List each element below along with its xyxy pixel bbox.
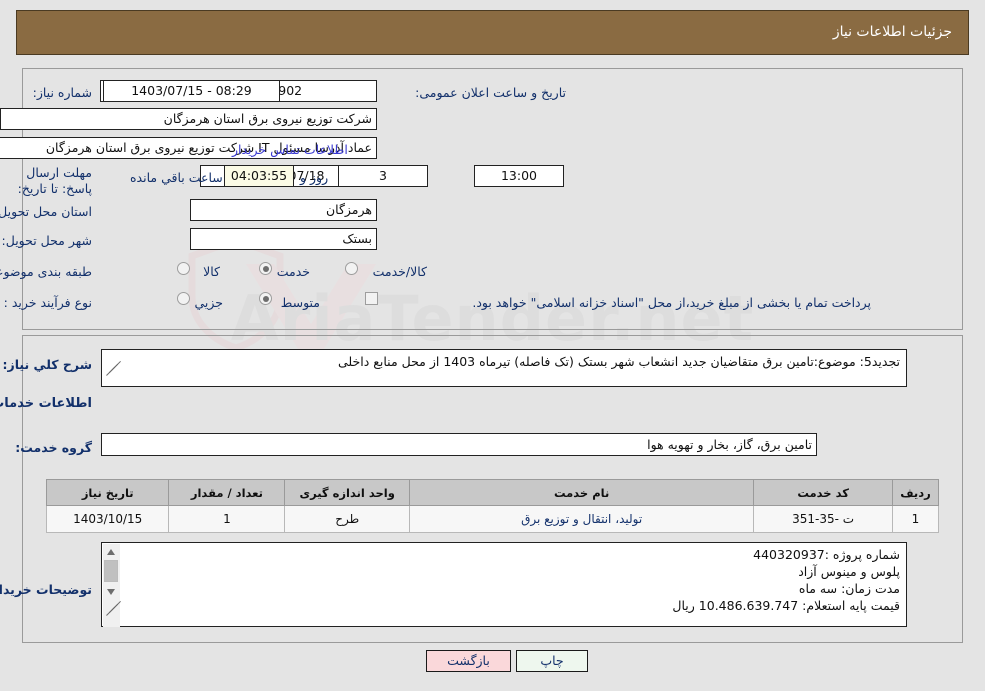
process-label: نوع فرآیند خرید : <box>3 295 92 310</box>
page-title: جزئیات اطلاعات نیاز <box>16 10 969 55</box>
scroll-up-arrow-icon[interactable] <box>103 544 120 559</box>
countdown-value: 04:03:55 <box>224 165 294 187</box>
treasury-note-label: پرداخت تمام یا بخشی از مبلغ خرید،از محل … <box>472 295 871 310</box>
province-value[interactable]: هرمزگان <box>190 199 377 221</box>
scrollbar-thumb[interactable] <box>104 560 118 582</box>
col-unit: واحد اندازه گیری <box>284 479 411 506</box>
remaining-days-label: روز و <box>300 170 329 185</box>
buyer-contact-link[interactable]: اطلاعات تماس خریدار <box>232 142 348 157</box>
print-button[interactable]: چاپ <box>516 650 588 672</box>
description-label: شرح کلي نیاز: <box>2 357 92 372</box>
cell-row-no: 1 <box>891 505 940 533</box>
col-row-no: ردیف <box>891 479 940 506</box>
radio-category-service[interactable] <box>259 262 272 275</box>
buyer-notes-textarea[interactable]: شماره پروژه :440320937 پلوس و مینوس آزاد… <box>101 542 907 627</box>
description-textarea[interactable]: تجدید5: موضوع:تامین برق متقاضیان جدید ان… <box>101 349 907 387</box>
radio-process-minor-label: جزیي <box>194 295 223 310</box>
buyer-notes-value: شماره پروژه :440320937 پلوس و مینوس آزاد… <box>672 547 900 613</box>
scroll-down-arrow-icon[interactable] <box>103 584 120 599</box>
service-group-value[interactable]: تامین برق، گاز، بخار و تهویه هوا <box>101 433 817 456</box>
services-section-title: اطلاعات خدمات مورد نیاز <box>0 396 92 411</box>
resize-grip-icon[interactable] <box>104 360 121 385</box>
need-number-label: شماره نیاز: <box>32 85 92 100</box>
resize-grip-icon[interactable] <box>104 600 121 625</box>
deadline-label: مهلت ارسال پاسخ: تا تاریخ: <box>17 165 92 196</box>
radio-process-medium-label: متوسط <box>280 295 320 310</box>
table-header-row: ردیف کد خدمت نام خدمت واحد اندازه گیری ت… <box>45 479 940 506</box>
buyer-org-value[interactable]: شرکت توزیع نیروی برق استان هرمزگان <box>0 108 377 130</box>
col-service-name: نام خدمت <box>409 479 755 506</box>
radio-category-service-label: خدمت <box>276 264 310 279</box>
back-button[interactable]: بازگشت <box>426 650 511 672</box>
remaining-days-value[interactable]: 3 <box>338 165 428 187</box>
col-quantity: تعداد / مقدار <box>168 479 286 506</box>
radio-category-goods-label: کالا <box>203 264 220 279</box>
buyer-notes-label: توضیحات خریدار: <box>0 582 92 597</box>
province-label: استان محل تحویل: <box>0 204 92 219</box>
cell-service-code: ت -35-351 <box>753 505 893 533</box>
cell-unit: طرح <box>284 505 411 533</box>
radio-category-goods-service[interactable] <box>345 262 358 275</box>
city-value[interactable]: بستک <box>190 228 377 250</box>
radio-category-goods[interactable] <box>177 262 190 275</box>
radio-process-minor[interactable] <box>177 292 190 305</box>
cell-quantity: 1 <box>168 505 286 533</box>
radio-process-medium[interactable] <box>259 292 272 305</box>
service-group-label: گروه خدمت: <box>15 440 92 455</box>
cell-need-date: 1403/10/15 <box>45 505 170 533</box>
category-label: طبقه بندی موضوعی: <box>0 264 92 279</box>
remaining-hours-label: ساعت باقي مانده <box>130 170 223 185</box>
public-announce-label: تاریخ و ساعت اعلان عمومی: <box>415 85 566 100</box>
services-table: ردیف کد خدمت نام خدمت واحد اندازه گیری ت… <box>45 479 940 533</box>
table-row[interactable]: 1 ت -35-351 تولید، انتقال و توزیع برق طر… <box>45 505 940 533</box>
deadline-time-value[interactable]: 13:00 <box>474 165 564 187</box>
radio-category-goods-service-label: کالا/خدمت <box>372 264 427 279</box>
description-value: تجدید5: موضوع:تامین برق متقاضیان جدید ان… <box>337 354 900 369</box>
cell-service-name: تولید، انتقال و توزیع برق <box>409 505 755 533</box>
treasury-checkbox[interactable] <box>365 292 378 305</box>
page-root: AriaTender.net جزئیات اطلاعات نیاز شماره… <box>0 0 985 691</box>
public-announce-value[interactable]: 08:29 - 1403/07/15 <box>103 80 280 102</box>
col-service-code: کد خدمت <box>753 479 893 506</box>
city-label: شهر محل تحویل: <box>1 233 92 248</box>
col-need-date: تاریخ نیاز <box>45 479 170 506</box>
